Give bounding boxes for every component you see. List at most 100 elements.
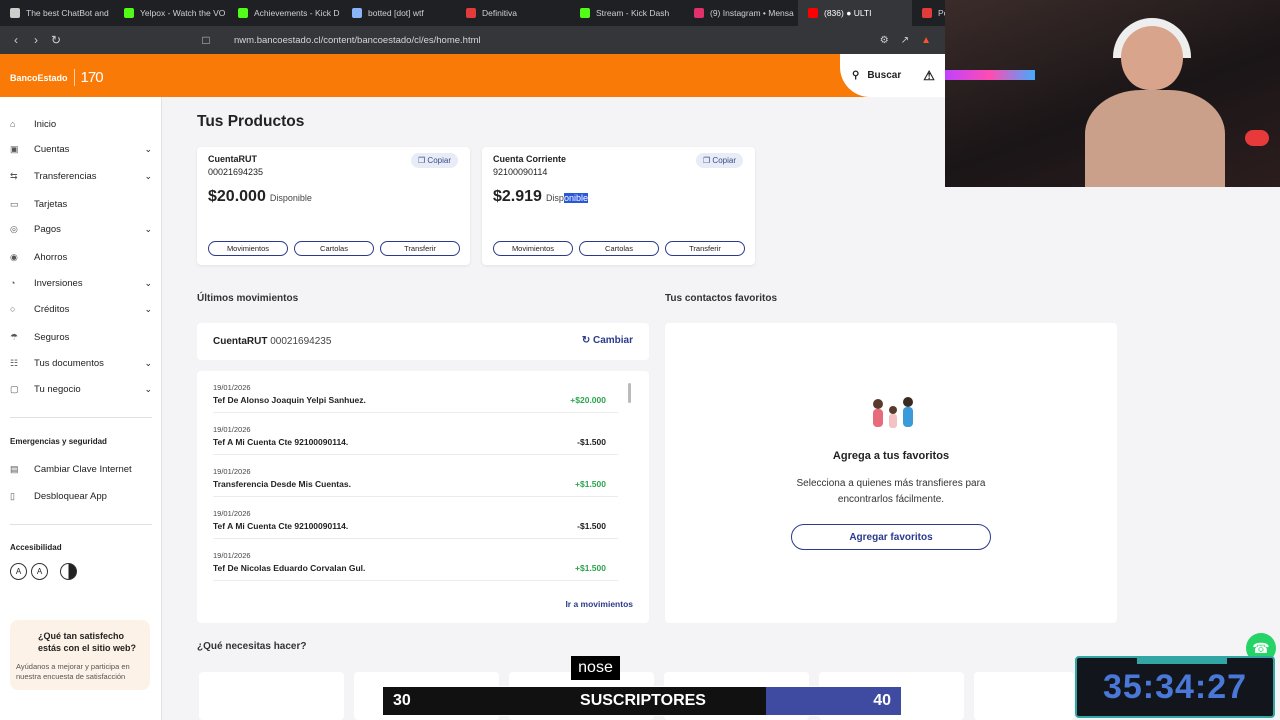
sidebar-item-tarjetas[interactable]: ▭ Tarjetas (10, 194, 152, 214)
tab-label: (836) ● ULTI (824, 8, 872, 18)
chevron-down-icon: ⌄ (144, 170, 152, 181)
bank-icon (922, 8, 932, 18)
payments-icon: ◎ (10, 223, 18, 234)
sidebar-item-emergency[interactable]: ▤ Cambiar Clave Internet (10, 459, 152, 479)
people-illustration-icon (873, 397, 913, 428)
movement-date: 19/01/2026 (213, 467, 251, 476)
browser-tab[interactable]: Stream - Kick Dash (570, 0, 684, 26)
movimientos-button[interactable]: Movimientos (493, 241, 573, 256)
account-number: 92100090114 (493, 167, 548, 177)
sidebar-item-cr-ditos[interactable]: ○ Créditos ⌄ (10, 299, 152, 319)
chevron-down-icon: ⌄ (144, 223, 152, 234)
chatbot-icon (10, 8, 20, 18)
search-button[interactable]: ⚲ Buscar ⚠ (840, 54, 945, 97)
piggy-icon: ◉ (10, 251, 18, 262)
sidebar-item-seguros[interactable]: ☂ Seguros (10, 327, 152, 347)
cartolas-button[interactable]: Cartolas (579, 241, 659, 256)
sidebar-item-inversiones[interactable]: ◔ Inversiones ⌄ (10, 273, 152, 293)
forward-icon[interactable]: › (26, 33, 46, 47)
sidebar-item-label: Desbloquear App (34, 490, 107, 502)
account-number: 00021694235 (270, 336, 332, 347)
movement-date: 19/01/2026 (213, 383, 251, 392)
change-account-button[interactable]: ↻ Cambiar (582, 335, 633, 346)
sidebar-item-label: Transferencias (34, 170, 97, 182)
globe-icon (352, 8, 362, 18)
browser-tab[interactable]: (9) Instagram • Mensa (684, 0, 798, 26)
stream-timer: 35:34:27 (1075, 656, 1275, 718)
movement-description: Tef De Nicolas Eduardo Corvalan Gul. (213, 563, 366, 573)
tab-label: Definitiva (482, 8, 517, 18)
headphones-icon (1113, 18, 1191, 58)
contrast-icon[interactable] (60, 563, 77, 580)
list-item[interactable]: 19/01/2026 Tef De Alonso Joaquin Yelpi Sa… (213, 371, 618, 413)
share-icon[interactable]: ↗ (901, 35, 909, 46)
browser-tab[interactable]: botted [dot] wtf (342, 0, 456, 26)
transferir-button[interactable]: Transferir (665, 241, 745, 256)
add-favorites-button[interactable]: Agregar favoritos (791, 524, 991, 550)
instagram-icon (694, 8, 704, 18)
bancoestado-logo[interactable]: BancoEstado 170 (10, 69, 104, 86)
browser-tab[interactable]: Yelpox - Watch the VO (114, 0, 228, 26)
transferir-button[interactable]: Transferir (380, 241, 460, 256)
movement-description: Tef A Mi Cuenta Cte 92100090114. (213, 437, 349, 447)
chevron-down-icon: ⌄ (144, 357, 152, 368)
copy-button[interactable]: ❐ Copiar (696, 153, 743, 168)
tab-label: Achievements - Kick D (254, 8, 340, 18)
account-name: CuentaRUT (213, 336, 268, 347)
list-item[interactable]: 19/01/2026 Tef A Mi Cuenta Cte 9210009011… (213, 497, 618, 539)
reload-icon[interactable]: ↻ (46, 33, 66, 47)
sidebar-item-emergency[interactable]: ▯ Desbloquear App (10, 486, 152, 506)
quick-action-card[interactable] (199, 672, 344, 720)
survey-title: ¿Qué tan satisfecho estás con el sitio w… (38, 631, 137, 653)
address-bar: ‹ › ↻ □ nwm.bancoestado.cl/content/banco… (0, 26, 945, 54)
key-icon: ▤ (10, 463, 19, 474)
movement-description: Transferencia Desde Mis Cuentas. (213, 479, 351, 489)
font-size-decrease-button[interactable]: A (31, 563, 48, 580)
chevron-down-icon: ⌄ (144, 383, 152, 394)
movimientos-button[interactable]: Movimientos (208, 241, 288, 256)
back-icon[interactable]: ‹ (6, 33, 26, 47)
divider (10, 417, 152, 418)
scrollbar[interactable] (628, 383, 631, 403)
movement-amount: +$1.500 (575, 563, 606, 573)
sidebar-item-tu-negocio[interactable]: ▢ Tu negocio ⌄ (10, 379, 152, 399)
sidebar-item-ahorros[interactable]: ◉ Ahorros (10, 247, 152, 267)
brave-shield-icon[interactable]: ▲ (921, 35, 931, 46)
bookmark-icon[interactable]: □ (196, 33, 216, 47)
sidebar-item-label: Cuentas (34, 143, 70, 155)
sidebar-item-inicio[interactable]: ⌂ Inicio (10, 114, 152, 134)
url-text[interactable]: nwm.bancoestado.cl/content/bancoestado/c… (234, 35, 481, 46)
sidebar-item-label: Tus documentos (34, 357, 104, 369)
extensions-icon[interactable]: ⚙ (880, 35, 889, 46)
sidebar-item-cuentas[interactable]: ▣ Cuentas ⌄ (10, 139, 152, 159)
cartolas-button[interactable]: Cartolas (294, 241, 374, 256)
browser-tab[interactable]: The best ChatBot and (0, 0, 114, 26)
list-item[interactable]: 19/01/2026 Tef De Nicolas Eduardo Corvala… (213, 539, 618, 581)
chevron-down-icon: ⌄ (144, 277, 152, 288)
kick-icon (580, 8, 590, 18)
sidebar-item-label: Créditos (34, 303, 70, 315)
sidebar-item-label: Inicio (34, 118, 57, 130)
sidebar-item-tus-documentos[interactable]: ☷ Tus documentos ⌄ (10, 353, 152, 373)
quick-action-card[interactable] (974, 672, 1074, 720)
go-to-movements-link[interactable]: Ir a movimientos (565, 599, 633, 609)
list-item[interactable]: 19/01/2026 Tef A Mi Cuenta Cte 9210009011… (213, 413, 618, 455)
timer-value: 35:34:27 (1102, 668, 1248, 706)
youtube-icon (808, 8, 818, 18)
satisfaction-survey[interactable]: ¿Qué tan satisfecho estás con el sitio w… (10, 620, 150, 690)
movements-account-selector: CuentaRUT 00021694235 ↻ Cambiar (197, 323, 649, 360)
alert-icon[interactable]: ⚠ (923, 68, 935, 84)
font-size-increase-button[interactable]: A (10, 563, 27, 580)
tab-label: (9) Instagram • Mensa (710, 8, 794, 18)
sidebar-item-transferencias[interactable]: ⇆ Transferencias ⌄ (10, 166, 152, 186)
browser-tab[interactable]: (836) ● ULTI (798, 0, 912, 26)
account-name: Cuenta Corriente (493, 154, 567, 164)
sidebar-item-pagos[interactable]: ◎ Pagos ⌄ (10, 219, 152, 239)
copy-icon: ❐ (703, 156, 711, 165)
copy-button[interactable]: ❐ Copiar (411, 153, 458, 168)
movements-title: Últimos movimientos (197, 293, 299, 304)
movement-description: Tef A Mi Cuenta Cte 92100090114. (213, 521, 349, 531)
list-item[interactable]: 19/01/2026 Transferencia Desde Mis Cuenta… (213, 455, 618, 497)
browser-tab[interactable]: Achievements - Kick D (228, 0, 342, 26)
browser-tab[interactable]: Definitiva (456, 0, 570, 26)
